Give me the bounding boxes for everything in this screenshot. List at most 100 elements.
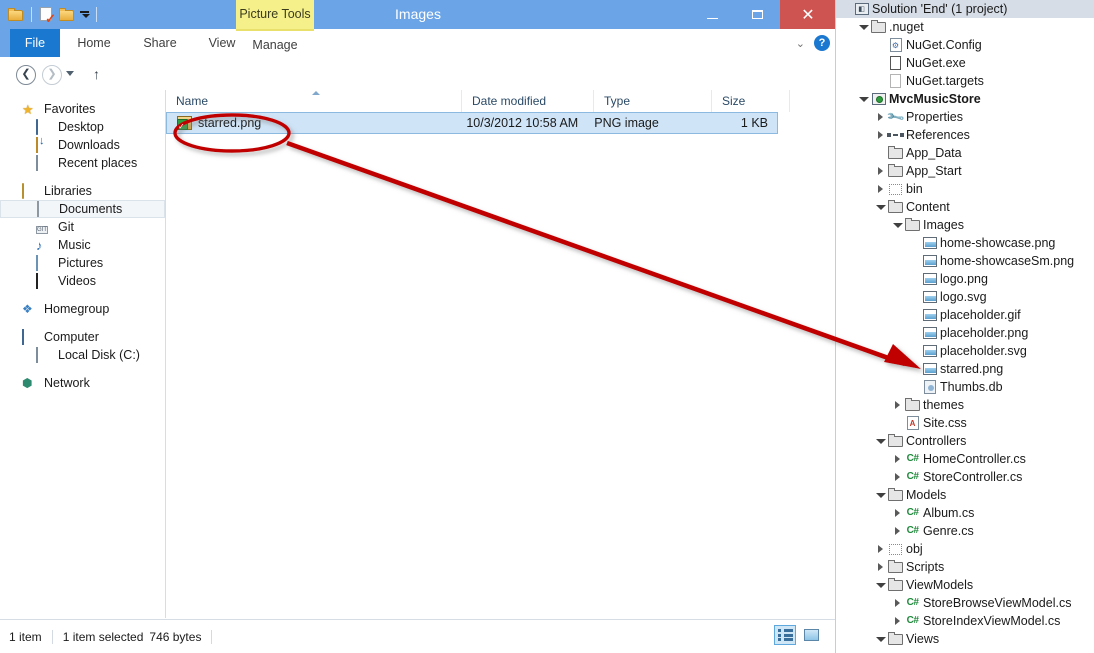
nav-item-libraries[interactable]: Libraries	[0, 182, 165, 200]
nav-item-recent-places[interactable]: Recent places	[0, 154, 165, 172]
tree-item-content[interactable]: Content	[836, 198, 1094, 216]
tree-item-storecontroller-cs[interactable]: C#StoreController.cs	[836, 468, 1094, 486]
customize-caret-icon[interactable]	[77, 11, 91, 18]
folder-icon[interactable]	[6, 4, 26, 24]
chevron-down-icon[interactable]	[874, 205, 887, 210]
chevron-right-icon[interactable]	[891, 509, 904, 517]
nav-item-desktop[interactable]: Desktop	[0, 118, 165, 136]
tree-item-obj[interactable]: obj	[836, 540, 1094, 558]
tree-item-images[interactable]: Images	[836, 216, 1094, 234]
tree-item-homecontroller-cs[interactable]: C#HomeController.cs	[836, 450, 1094, 468]
tree-item-mvcmusicstore[interactable]: MvcMusicStore	[836, 90, 1094, 108]
chevron-down-icon[interactable]	[874, 493, 887, 498]
nav-item-downloads[interactable]: Downloads	[0, 136, 165, 154]
nav-item-homegroup[interactable]: ❖ Homegroup	[0, 300, 165, 318]
chevron-down-icon[interactable]	[857, 25, 870, 30]
column-header-size[interactable]: Size	[712, 90, 790, 112]
properties-icon[interactable]	[37, 4, 57, 24]
file-name-cell[interactable]: starred.png	[167, 116, 456, 130]
large-icons-view-button[interactable]	[800, 625, 822, 645]
tree-item-storebrowseviewmodel-cs[interactable]: C#StoreBrowseViewModel.cs	[836, 594, 1094, 612]
minimize-button[interactable]	[690, 0, 735, 29]
nav-item-local-disk[interactable]: Local Disk (C:)	[0, 346, 165, 364]
chevron-right-icon[interactable]	[891, 401, 904, 409]
tree-item-controllers[interactable]: Controllers	[836, 432, 1094, 450]
tree-item-placeholder-png[interactable]: placeholder.png	[836, 324, 1094, 342]
nav-item-network[interactable]: ⬢ Network	[0, 374, 165, 392]
nav-item-documents[interactable]: Documents	[0, 200, 165, 218]
tree-item-solution-end-1-project[interactable]: ◧Solution 'End' (1 project)	[836, 0, 1094, 18]
tree-item-models[interactable]: Models	[836, 486, 1094, 504]
tab-share[interactable]: Share	[128, 29, 192, 57]
close-button[interactable]: ✕	[780, 0, 836, 29]
help-icon[interactable]: ?	[814, 35, 830, 51]
chevron-right-icon[interactable]	[874, 563, 887, 571]
maximize-button[interactable]	[735, 0, 780, 29]
chevron-right-icon[interactable]	[891, 599, 904, 607]
tree-item-nuget[interactable]: .nuget	[836, 18, 1094, 36]
tree-item-viewmodels[interactable]: ViewModels	[836, 576, 1094, 594]
chevron-right-icon[interactable]	[874, 545, 887, 553]
tree-item-album-cs[interactable]: C#Album.cs	[836, 504, 1094, 522]
tree-item-bin[interactable]: bin	[836, 180, 1094, 198]
tab-manage[interactable]: Manage	[236, 29, 314, 57]
picture-tools-contextual-tab[interactable]: Picture Tools	[236, 0, 314, 29]
file-icon	[887, 74, 904, 88]
tree-item-label: ViewModels	[904, 578, 973, 592]
tree-item-genre-cs[interactable]: C#Genre.cs	[836, 522, 1094, 540]
chevron-right-icon[interactable]	[891, 527, 904, 535]
chevron-down-icon[interactable]	[857, 97, 870, 102]
nav-item-pictures[interactable]: Pictures	[0, 254, 165, 272]
chevron-right-icon[interactable]	[874, 185, 887, 193]
nav-item-computer[interactable]: Computer	[0, 328, 165, 346]
chevron-right-icon[interactable]	[874, 131, 887, 139]
back-icon[interactable]: ❮	[16, 65, 36, 85]
column-header-type[interactable]: Type	[594, 90, 712, 112]
chevron-down-icon[interactable]	[874, 637, 887, 642]
nav-item-git[interactable]: GIT Git	[0, 218, 165, 236]
nav-item-favorites[interactable]: ★ Favorites	[0, 100, 165, 118]
details-view-button[interactable]	[774, 625, 796, 645]
tree-item-nuget-exe[interactable]: NuGet.exe	[836, 54, 1094, 72]
tree-item-nuget-config[interactable]: ⚙NuGet.Config	[836, 36, 1094, 54]
tree-item-references[interactable]: References	[836, 126, 1094, 144]
forward-icon[interactable]: ❯	[42, 65, 62, 85]
tab-file[interactable]: File	[10, 29, 60, 57]
tree-item-app-start[interactable]: App_Start	[836, 162, 1094, 180]
tree-item-label: Thumbs.db	[938, 380, 1003, 394]
tree-item-nuget-targets[interactable]: NuGet.targets	[836, 72, 1094, 90]
column-header-name[interactable]: Name	[166, 90, 462, 112]
tree-item-themes[interactable]: themes	[836, 396, 1094, 414]
tree-item-placeholder-gif[interactable]: placeholder.gif	[836, 306, 1094, 324]
tree-item-placeholder-svg[interactable]: placeholder.svg	[836, 342, 1094, 360]
tree-item-views[interactable]: Views	[836, 630, 1094, 648]
chevron-right-icon[interactable]	[891, 455, 904, 463]
chevron-down-icon[interactable]	[874, 583, 887, 588]
nav-item-music[interactable]: ♪ Music	[0, 236, 165, 254]
tree-item-thumbs-db[interactable]: Thumbs.db	[836, 378, 1094, 396]
tree-item-site-css[interactable]: ASite.css	[836, 414, 1094, 432]
up-icon[interactable]: ↑	[93, 67, 100, 81]
history-caret-icon[interactable]	[66, 71, 74, 76]
chevron-down-icon[interactable]	[874, 439, 887, 444]
tree-item-scripts[interactable]: Scripts	[836, 558, 1094, 576]
new-folder-icon[interactable]	[57, 4, 77, 24]
tree-item-logo-png[interactable]: logo.png	[836, 270, 1094, 288]
tree-item-starred-png[interactable]: starred.png	[836, 360, 1094, 378]
tree-item-home-showcase-png[interactable]: home-showcase.png	[836, 234, 1094, 252]
column-header-date-modified[interactable]: Date modified	[462, 90, 594, 112]
tree-item-storeindexviewmodel-cs[interactable]: C#StoreIndexViewModel.cs	[836, 612, 1094, 630]
tab-home[interactable]: Home	[60, 29, 128, 57]
chevron-down-icon[interactable]	[891, 223, 904, 228]
tree-item-logo-svg[interactable]: logo.svg	[836, 288, 1094, 306]
chevron-right-icon[interactable]	[891, 617, 904, 625]
chevron-down-icon[interactable]: ⌄	[796, 37, 805, 50]
tree-item-properties[interactable]: 🔧Properties	[836, 108, 1094, 126]
nav-item-videos[interactable]: Videos	[0, 272, 165, 290]
tree-item-app-data[interactable]: App_Data	[836, 144, 1094, 162]
table-row[interactable]: starred.png 10/3/2012 10:58 AM PNG image…	[166, 112, 778, 134]
chevron-right-icon[interactable]	[891, 473, 904, 481]
tree-item-home-showcasesm-png[interactable]: home-showcaseSm.png	[836, 252, 1094, 270]
status-item-count: 1 item	[0, 630, 42, 644]
chevron-right-icon[interactable]	[874, 167, 887, 175]
